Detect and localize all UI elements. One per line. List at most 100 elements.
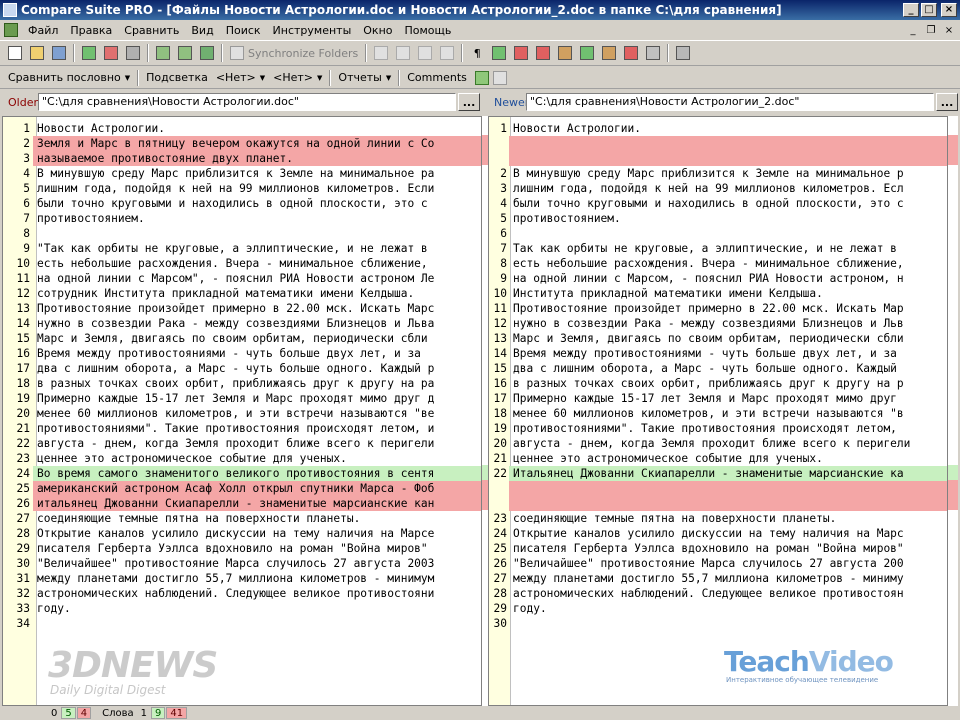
diff-line[interactable]: 22 Итальянец Джованни Скиапарелли - знаме… bbox=[489, 466, 947, 481]
diff-line[interactable]: 26 итальянец Джованни Скиапарелли - знаме… bbox=[3, 496, 481, 511]
diff-gray-button[interactable] bbox=[643, 43, 663, 63]
diff-line[interactable] bbox=[489, 481, 947, 496]
diff-line[interactable]: 2 Земля и Марс в пятницу вечером окажутся… bbox=[3, 136, 481, 151]
menu-compare[interactable]: Сравнить bbox=[118, 24, 185, 37]
diff-line[interactable] bbox=[489, 151, 947, 166]
menu-view[interactable]: Вид bbox=[185, 24, 219, 37]
diff-line[interactable]: 12 сотрудник Института прикладной математ… bbox=[3, 286, 481, 301]
diff-line[interactable]: 13 Противостояние произойдет примерно в 2… bbox=[3, 301, 481, 316]
options-button[interactable] bbox=[123, 43, 143, 63]
diff-red-button[interactable] bbox=[511, 43, 531, 63]
save-button[interactable] bbox=[49, 43, 69, 63]
diff-line[interactable]: 9 на одной линии с Марсом, - пояснил РИА … bbox=[489, 271, 947, 286]
diff-line[interactable]: 1 Новости Астрологии. bbox=[3, 121, 481, 136]
settings-button[interactable] bbox=[673, 43, 693, 63]
diff-line[interactable]: 31 между планетами достигло 55,7 миллиона… bbox=[3, 571, 481, 586]
last-diff-button[interactable] bbox=[437, 43, 457, 63]
diff-line[interactable]: 19 противостояниями". Такие противостояни… bbox=[489, 421, 947, 436]
diff-line[interactable]: 6 были точно круговыми и находились в одн… bbox=[3, 196, 481, 211]
diff-green2-button[interactable] bbox=[577, 43, 597, 63]
newer-browse-button[interactable]: ... bbox=[936, 93, 958, 111]
diff-red3-button[interactable] bbox=[621, 43, 641, 63]
open-button[interactable] bbox=[27, 43, 47, 63]
merge-button[interactable] bbox=[175, 43, 195, 63]
diff-line[interactable]: 15 Марс и Земля, двигаясь по своим орбита… bbox=[3, 331, 481, 346]
diff-line[interactable]: 8 bbox=[3, 226, 481, 241]
paragraph-button[interactable]: ¶ bbox=[467, 43, 487, 63]
close-button[interactable]: × bbox=[941, 3, 957, 17]
diff-line[interactable]: 5 противостоянием. bbox=[489, 211, 947, 226]
menu-file[interactable]: Файл bbox=[22, 24, 64, 37]
diff-line[interactable]: 30 bbox=[489, 616, 947, 631]
diff-mixed2-button[interactable] bbox=[599, 43, 619, 63]
sync-folders-button[interactable]: Synchronize Folders bbox=[226, 43, 362, 63]
diff-line[interactable]: 17 Примерно каждые 15-17 лет Земля и Марс… bbox=[489, 391, 947, 406]
diff-line[interactable]: 26 "Величайшее" противостояние Марса случ… bbox=[489, 556, 947, 571]
first-diff-button[interactable] bbox=[415, 43, 435, 63]
diff-line[interactable]: 21 ценнее это астрономическое событие для… bbox=[489, 451, 947, 466]
diff-line[interactable]: 3 лишним года, подойдя к ней на 99 миллио… bbox=[489, 181, 947, 196]
newer-path-field[interactable]: "C:\для сравнения\Новости Астрологии_2.d… bbox=[526, 93, 934, 111]
diff-line[interactable]: 6 bbox=[489, 226, 947, 241]
diff-line[interactable]: 7 Так как орбиты не круговые, а эллиптиче… bbox=[489, 241, 947, 256]
diff-line[interactable]: 27 между планетами достигло 55,7 миллиона… bbox=[489, 571, 947, 586]
diff-line[interactable]: 12 нужно в созвездии Рака - между созвезд… bbox=[489, 316, 947, 331]
app-icon[interactable] bbox=[3, 3, 17, 17]
compare-mode-dropdown[interactable]: Сравнить пословно ▼ bbox=[4, 71, 134, 84]
diff-line[interactable] bbox=[489, 496, 947, 511]
diff-line[interactable]: 17 два с лишним оборота, а Марс - чуть бо… bbox=[3, 361, 481, 376]
diff-line[interactable]: 20 августа - днем, когда Земля проходит б… bbox=[489, 436, 947, 451]
diff-line[interactable]: 27 соединяющие темные пятна на поверхност… bbox=[3, 511, 481, 526]
diff-line[interactable]: 2 В минувшую среду Марс приблизится к Зем… bbox=[489, 166, 947, 181]
prev-diff-button[interactable] bbox=[371, 43, 391, 63]
diff-line[interactable]: 15 два с лишним оборота, а Марс - чуть бо… bbox=[489, 361, 947, 376]
menu-window[interactable]: Окно bbox=[357, 24, 398, 37]
menu-tools[interactable]: Инструменты bbox=[267, 24, 358, 37]
diff-line[interactable]: 4 были точно круговыми и находились в одн… bbox=[489, 196, 947, 211]
diff-line[interactable]: 19 Примерно каждые 15-17 лет Земля и Марс… bbox=[3, 391, 481, 406]
diff-line[interactable]: 11 Противостояние произойдет примерно в 2… bbox=[489, 301, 947, 316]
diff-line[interactable]: 30 "Величайшее" противостояние Марса случ… bbox=[3, 556, 481, 571]
highlight-dropdown-1[interactable]: <Нет> ▼ bbox=[212, 71, 269, 84]
right-diff-map[interactable] bbox=[948, 116, 958, 706]
maximize-button[interactable]: □ bbox=[921, 3, 937, 17]
menu-help[interactable]: Помощь bbox=[399, 24, 458, 37]
diff-line[interactable] bbox=[489, 136, 947, 151]
diff-line[interactable]: 32 астрономических наблюдений. Следующее … bbox=[3, 586, 481, 601]
mdi-restore-button[interactable]: ❐ bbox=[924, 24, 938, 36]
diff-line[interactable]: 28 астрономических наблюдений. Следующее … bbox=[489, 586, 947, 601]
diff-line[interactable]: 5 лишним года, подойдя к ней на 99 миллио… bbox=[3, 181, 481, 196]
older-path-field[interactable]: "C:\для сравнения\Новости Астрологии.doc… bbox=[38, 93, 456, 111]
reports-dropdown[interactable]: Отчеты ▼ bbox=[334, 71, 395, 84]
diff-green-button[interactable] bbox=[489, 43, 509, 63]
diff-line[interactable]: 25 американский астроном Асаф Холл открыл… bbox=[3, 481, 481, 496]
next-diff-button[interactable] bbox=[393, 43, 413, 63]
diff-line[interactable]: 14 нужно в созвездии Рака - между созвезд… bbox=[3, 316, 481, 331]
diff-line[interactable]: 18 менее 60 миллионов километров, и эти в… bbox=[489, 406, 947, 421]
diff-line[interactable]: 20 менее 60 миллионов километров, и эти в… bbox=[3, 406, 481, 421]
accept-button[interactable] bbox=[197, 43, 217, 63]
diff-line[interactable]: 16 в разных точках своих орбит, приближая… bbox=[489, 376, 947, 391]
mdi-close-button[interactable]: × bbox=[942, 24, 956, 36]
diff-line[interactable]: 4 В минувшую среду Марс приблизится к Зем… bbox=[3, 166, 481, 181]
new-button[interactable] bbox=[5, 43, 25, 63]
diff-line[interactable]: 3 называемое противостояние двух планет. bbox=[3, 151, 481, 166]
highlight-dropdown-2[interactable]: <Нет> ▼ bbox=[269, 71, 326, 84]
diff-line[interactable]: 33 году. bbox=[3, 601, 481, 616]
diff-line[interactable]: 23 соединяющие темные пятна на поверхност… bbox=[489, 511, 947, 526]
older-browse-button[interactable]: ... bbox=[458, 93, 480, 111]
diff-line[interactable]: 13 Марс и Земля, двигаясь по своим орбита… bbox=[489, 331, 947, 346]
diff-line[interactable]: 10 есть небольшие расхождения. Вчера - ми… bbox=[3, 256, 481, 271]
diff-red2-button[interactable] bbox=[533, 43, 553, 63]
document-icon[interactable] bbox=[4, 23, 18, 37]
older-document-pane[interactable]: 1 Новости Астрологии. 2 Земля и Марс в пятн… bbox=[2, 116, 482, 706]
compare-button[interactable] bbox=[101, 43, 121, 63]
newer-document-pane[interactable]: 1 Новости Астрологии. 2 В минувшую среду Ма… bbox=[488, 116, 948, 706]
diff-line[interactable]: 22 августа - днем, когда Земля проходит б… bbox=[3, 436, 481, 451]
diff-mixed-button[interactable] bbox=[555, 43, 575, 63]
diff-line[interactable]: 8 есть небольшие расхождения. Вчера - мин… bbox=[489, 256, 947, 271]
diff-line[interactable]: 18 в разных точках своих орбит, приближая… bbox=[3, 376, 481, 391]
diff-line[interactable]: 21 противостояниями". Такие противостояни… bbox=[3, 421, 481, 436]
menu-search[interactable]: Поиск bbox=[220, 24, 267, 37]
swap-button[interactable] bbox=[153, 43, 173, 63]
